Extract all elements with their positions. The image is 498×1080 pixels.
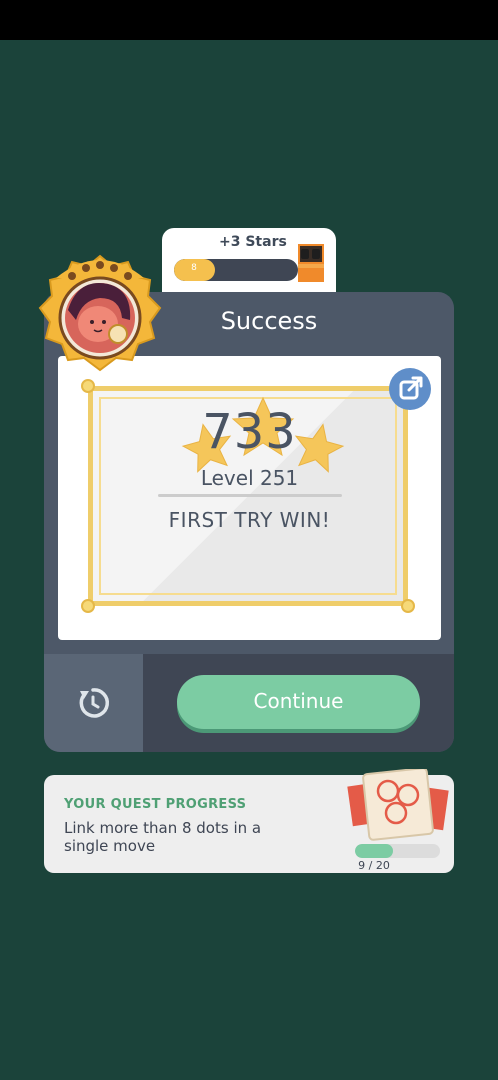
- quest-progress-bar: [355, 844, 440, 858]
- quest-description: Link more than 8 dots in a single move: [64, 819, 262, 855]
- action-bar: Continue: [44, 654, 454, 752]
- quest-progress-fill: [355, 844, 394, 858]
- stars-progress-tab: +3 Stars 8: [162, 228, 336, 298]
- result-panel: [58, 356, 441, 640]
- player-avatar-badge: [38, 254, 162, 372]
- replay-icon: [79, 688, 110, 718]
- quest-heading: YOUR QUEST PROGRESS: [64, 797, 247, 812]
- quest-progress-count: 9 / 20: [358, 859, 390, 872]
- score-value: 733: [202, 404, 297, 460]
- treasure-chest-icon: [298, 244, 324, 282]
- level-label: Level 251: [200, 466, 299, 490]
- replay-button[interactable]: [44, 654, 143, 752]
- frame-corner: [401, 599, 415, 613]
- divider: [158, 494, 342, 497]
- quest-progress-card[interactable]: YOUR QUEST PROGRESS Link more than 8 dot…: [44, 769, 454, 873]
- stars-progress-value: 8: [191, 263, 197, 273]
- frame-corner: [81, 379, 95, 393]
- stars-progress-bar: 8: [174, 259, 298, 281]
- first-try-label: FIRST TRY WIN!: [168, 508, 331, 532]
- status-bar: [0, 0, 498, 40]
- frame-corner: [81, 599, 95, 613]
- continue-button[interactable]: Continue: [177, 675, 420, 729]
- quest-card-icon: [347, 769, 449, 841]
